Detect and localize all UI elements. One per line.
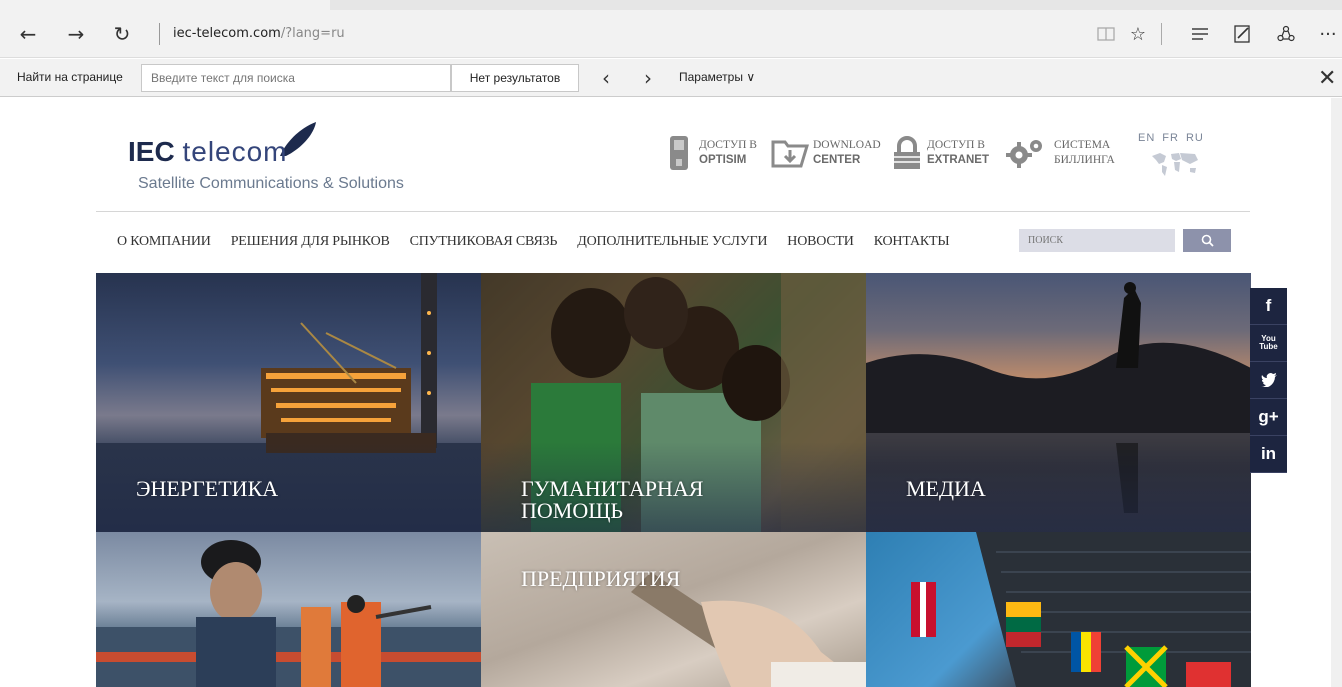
find-options-label: Параметры	[679, 70, 743, 84]
download-line1: DOWNLOAD	[813, 139, 881, 151]
back-arrow-icon[interactable]: ←	[14, 20, 42, 48]
phone-hand-image	[631, 572, 866, 687]
more-icon[interactable]: ···	[1314, 20, 1342, 48]
download-folder-icon	[770, 134, 810, 172]
fishermen-image	[96, 540, 481, 687]
url-separator	[159, 23, 160, 45]
download-line2: CENTER	[813, 154, 861, 166]
tile-label-media: МЕДИА	[906, 476, 986, 501]
lang-en[interactable]: EN	[1138, 132, 1155, 144]
refresh-icon[interactable]: ↻	[108, 20, 136, 48]
flags-building-image	[911, 532, 1251, 687]
tile-enterprise[interactable]: ПРЕДПРИЯТИЯ	[481, 532, 866, 687]
menu-item-services[interactable]: ДОПОЛНИТЕЛЬНЫЕ УСЛУГИ	[577, 234, 767, 250]
extranet-line1: ДОСТУП В	[927, 139, 985, 151]
header-divider	[96, 211, 1250, 212]
tile-government[interactable]	[866, 532, 1251, 687]
tile-label-humanitarian: ГУМАНИТАРНАЯ ПОМОЩЬ	[521, 478, 703, 522]
tile-energy[interactable]: ЭНЕРГЕТИКА	[96, 273, 481, 532]
billing-line1: СИСТЕМА	[1054, 139, 1111, 151]
find-bar: Найти на странице Нет результатов ‹ › Па…	[0, 59, 1342, 97]
social-bar: f You Tube g+ in	[1250, 288, 1287, 473]
find-prev-icon[interactable]: ‹	[594, 65, 618, 91]
find-label: Найти на странице	[17, 70, 123, 84]
logo-text: IEC telecom	[128, 136, 288, 168]
menu-item-news[interactable]: НОВОСТИ	[787, 234, 854, 250]
billing-line2: БИЛЛИНГА	[1054, 154, 1115, 166]
lang-fr[interactable]: FR	[1162, 132, 1179, 144]
address-bar: ← → ↻ iec-telecom.com/?lang=ru ☆ ···	[0, 10, 1342, 58]
share-icon[interactable]	[1272, 20, 1300, 48]
youtube-label-line2: Tube	[1259, 342, 1278, 351]
scrollbar[interactable]	[1331, 98, 1342, 687]
lock-icon	[890, 134, 924, 172]
find-next-icon[interactable]: ›	[636, 65, 660, 91]
youtube-icon[interactable]: You Tube	[1250, 325, 1287, 362]
facebook-icon[interactable]: f	[1250, 288, 1287, 325]
find-input[interactable]	[141, 64, 451, 92]
web-page: IEC telecom Satellite Communications & S…	[0, 98, 1342, 687]
menu-item-contacts[interactable]: КОНТАКТЫ	[874, 234, 950, 250]
search-button[interactable]	[1183, 229, 1231, 252]
extranet-line2: EXTRANET	[927, 154, 989, 166]
download-center-link[interactable]: DOWNLOAD CENTER	[770, 134, 881, 172]
chevron-down-icon: ∨	[746, 70, 756, 84]
site-search-input[interactable]	[1019, 229, 1175, 252]
url-field[interactable]: iec-telecom.com/?lang=ru	[173, 26, 345, 41]
menu-item-about[interactable]: О КОМПАНИИ	[117, 234, 211, 250]
tile-label-humanitarian-line2: ПОМОЩЬ	[521, 498, 624, 523]
find-results: Нет результатов	[451, 64, 579, 92]
billing-link[interactable]: СИСТЕМА БИЛЛИНГА	[1004, 134, 1115, 172]
language-switcher: EN FR RU	[1138, 132, 1211, 144]
reading-view-icon[interactable]	[1092, 20, 1120, 48]
main-menu: О КОМПАНИИ РЕШЕНИЯ ДЛЯ РЫНКОВ СПУТНИКОВА…	[117, 234, 969, 250]
extranet-link[interactable]: ДОСТУП В EXTRANET	[890, 134, 989, 172]
optisim-line1: ДОСТУП В	[699, 139, 757, 151]
logo-brand-bold: IEC	[128, 136, 175, 167]
twitter-icon[interactable]	[1250, 362, 1287, 399]
logo-brand-light: telecom	[182, 136, 288, 167]
gears-icon	[1004, 134, 1048, 172]
tab-strip	[0, 0, 1342, 10]
tile-media[interactable]: МЕДИА	[866, 273, 1251, 532]
search-icon	[1201, 234, 1214, 247]
optisim-link[interactable]: ДОСТУП В OPTISIM	[662, 134, 757, 172]
url-path: /?lang=ru	[280, 26, 345, 41]
lang-ru[interactable]: RU	[1186, 132, 1204, 144]
find-options-button[interactable]: Параметры ∨	[679, 70, 755, 84]
toolbar-separator	[1161, 23, 1162, 45]
tile-label-enterprise: ПРЕДПРИЯТИЯ	[521, 566, 681, 591]
active-tab[interactable]	[0, 0, 330, 10]
tile-label-energy: ЭНЕРГЕТИКА	[136, 476, 279, 501]
close-icon[interactable]: ✕	[1318, 66, 1336, 91]
site-logo[interactable]: IEC telecom Satellite Communications & S…	[128, 118, 428, 198]
web-note-icon[interactable]	[1229, 20, 1257, 48]
favorite-star-icon[interactable]: ☆	[1124, 20, 1152, 48]
sim-card-icon	[662, 134, 696, 172]
menu-item-satellite[interactable]: СПУТНИКОВАЯ СВЯЗЬ	[410, 234, 558, 250]
google-plus-icon[interactable]: g+	[1250, 399, 1287, 436]
hub-icon[interactable]	[1186, 20, 1214, 48]
market-tiles: ЭНЕРГЕТИКА ГУМАНИТАРНАЯ ПОМОЩЬ МЕДИА ПРЕ…	[96, 273, 1251, 687]
url-host: iec-telecom.com	[173, 26, 281, 41]
linkedin-icon[interactable]: in	[1250, 436, 1287, 473]
tile-maritime[interactable]	[96, 532, 481, 687]
world-map-icon	[1152, 153, 1198, 176]
optisim-line2: OPTISIM	[699, 154, 747, 166]
menu-item-solutions[interactable]: РЕШЕНИЯ ДЛЯ РЫНКОВ	[231, 234, 390, 250]
logo-tagline: Satellite Communications & Solutions	[138, 175, 404, 192]
forward-arrow-icon[interactable]: →	[62, 20, 90, 48]
tile-humanitarian[interactable]: ГУМАНИТАРНАЯ ПОМОЩЬ	[481, 273, 866, 532]
